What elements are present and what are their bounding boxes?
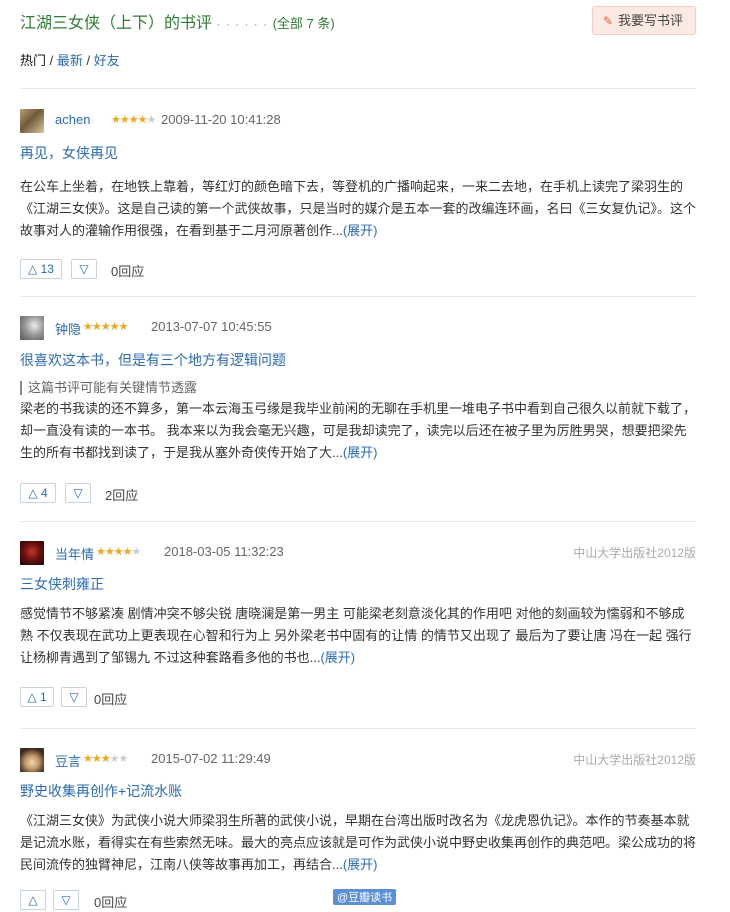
up-triangle-icon: △ [28,486,38,500]
review-meta: 当年情 ★★★★★ 2018-03-05 11:32:23 中山大学出版社201… [20,541,696,565]
write-review-label: 我要写书评 [617,13,683,28]
vote-bar: △ 13 ▽ 0回应 [20,259,696,279]
down-triangle-icon: ▽ [61,893,71,907]
expand-link[interactable]: (展开) [343,223,378,238]
rating-stars: ★★★★★ [83,753,128,765]
review-excerpt: 感觉情节不够紧凑 剧情冲突不够尖锐 唐晓澜是第一男主 可能梁老刻意淡化其的作用吧… [20,606,692,665]
watermark: @豆瓣读书 [333,889,397,905]
rating-stars: ★★★★★ [83,321,128,333]
reviewer-name[interactable]: 豆言 [55,751,81,770]
review-title[interactable]: 很喜欢这本书，但是有三个地方有逻辑问题 [20,350,696,370]
edition-label[interactable]: 中山大学出版社2012版 [573,544,696,561]
review-title[interactable]: 三女侠刺雍正 [20,574,696,594]
tab-separator: / [46,53,57,68]
book-review-title: 江湖三女侠（上下）的书评 [20,15,213,32]
review-excerpt: 在公车上坐着，在地铁上靠着，等红灯的颜色暗下去，等登机的广播响起来，一来二去地，… [20,179,697,238]
review-time: 2009-11-20 10:41:28 [161,112,281,127]
review-time: 2015-07-02 11:29:49 [151,751,271,766]
write-review-button[interactable]: ✎ 我要写书评 [591,6,696,35]
avatar[interactable] [20,316,44,340]
divider [20,88,696,89]
review-excerpt: 《江湖三女侠》为武侠小说大师梁羽生所著的武侠小说，早期在台湾出版时改名为《龙虎恩… [20,813,697,872]
expand-link[interactable]: (展开) [320,650,355,665]
upvote-button[interactable]: △ [20,890,46,910]
up-triangle-icon: △ [28,262,38,276]
divider [20,521,696,522]
review-meta: achen ★★★★★ 2009-11-20 10:41:28 [20,109,696,133]
vote-bar: △ 4 ▽ 2回应 [20,483,696,503]
up-triangle-icon: △ [28,893,38,907]
rating-stars: ★★★★★ [96,546,141,558]
review-meta: 钟隐 ★★★★★ 2013-07-07 10:45:55 [20,316,696,340]
down-triangle-icon: ▽ [79,262,89,276]
down-triangle-icon: ▽ [69,690,79,704]
page-title: 江湖三女侠（上下）的书评 · · · · · · (全部 7 条) [20,9,335,33]
replies-link[interactable]: 2回应 [105,485,138,504]
avatar[interactable] [20,748,44,772]
spoiler-notice: 这篇书评可能有关键情节透露 [20,381,696,395]
avatar[interactable] [20,109,44,133]
down-triangle-icon: ▽ [73,486,83,500]
replies-link[interactable]: 0回应 [94,892,127,911]
tab-friends[interactable]: 好友 [94,53,120,68]
review-item: 当年情 ★★★★★ 2018-03-05 11:32:23 中山大学出版社201… [20,541,696,707]
reviewer-name[interactable]: achen [55,112,90,127]
review-meta: 豆言 ★★★★★ 2015-07-02 11:29:49 中山大学出版社2012… [20,748,696,772]
up-triangle-icon: △ [27,690,37,704]
review-item: 钟隐 ★★★★★ 2013-07-07 10:45:55 很喜欢这本书，但是有三… [20,316,696,503]
downvote-button[interactable]: ▽ [53,890,79,910]
review-time: 2013-07-07 10:45:55 [151,319,272,334]
downvote-button[interactable]: ▽ [61,687,87,707]
review-title[interactable]: 再见，女侠再见 [20,143,696,163]
reviews-header: 江湖三女侠（上下）的书评 · · · · · · (全部 7 条) ✎ 我要写书评 [20,6,696,36]
upvote-button[interactable]: △ 13 [20,259,62,279]
downvote-button[interactable]: ▽ [71,259,97,279]
review-item: achen ★★★★★ 2009-11-20 10:41:28 再见，女侠再见 … [20,109,696,279]
review-title[interactable]: 野史收集再创作+记流水账 [20,781,696,801]
review-time: 2018-03-05 11:32:23 [164,544,284,559]
tab-latest[interactable]: 最新 [57,53,83,68]
title-dots: · · · · · · [216,17,269,31]
review-count[interactable]: (全部 7 条) [273,16,335,31]
review-excerpt: 梁老的书我读的还不算多，第一本云海玉弓缘是我毕业前闲的无聊在手机里一堆电子书中看… [20,401,697,460]
rating-stars: ★★★★★ [111,114,156,126]
divider [20,296,696,297]
upvote-button[interactable]: △ 4 [20,483,56,503]
vote-bar: △ 1 ▽ 0回应 [20,687,696,707]
divider [20,728,696,729]
review-sort-tabs: 热门 / 最新 / 好友 [20,50,120,69]
expand-link[interactable]: (展开) [343,857,378,872]
expand-link[interactable]: (展开) [343,445,378,460]
tab-hot[interactable]: 热门 [20,53,46,68]
avatar[interactable] [20,541,44,565]
tab-separator: / [82,53,94,68]
edition-label[interactable]: 中山大学出版社2012版 [573,751,696,768]
downvote-button[interactable]: ▽ [65,483,91,503]
replies-link[interactable]: 0回应 [94,689,127,708]
reviewer-name[interactable]: 当年情 [55,544,94,563]
reviewer-name[interactable]: 钟隐 [55,319,81,338]
upvote-button[interactable]: △ 1 [20,687,54,707]
replies-link[interactable]: 0回应 [111,261,144,280]
review-item: 豆言 ★★★★★ 2015-07-02 11:29:49 中山大学出版社2012… [20,748,696,910]
pencil-icon: ✎ [602,14,613,28]
